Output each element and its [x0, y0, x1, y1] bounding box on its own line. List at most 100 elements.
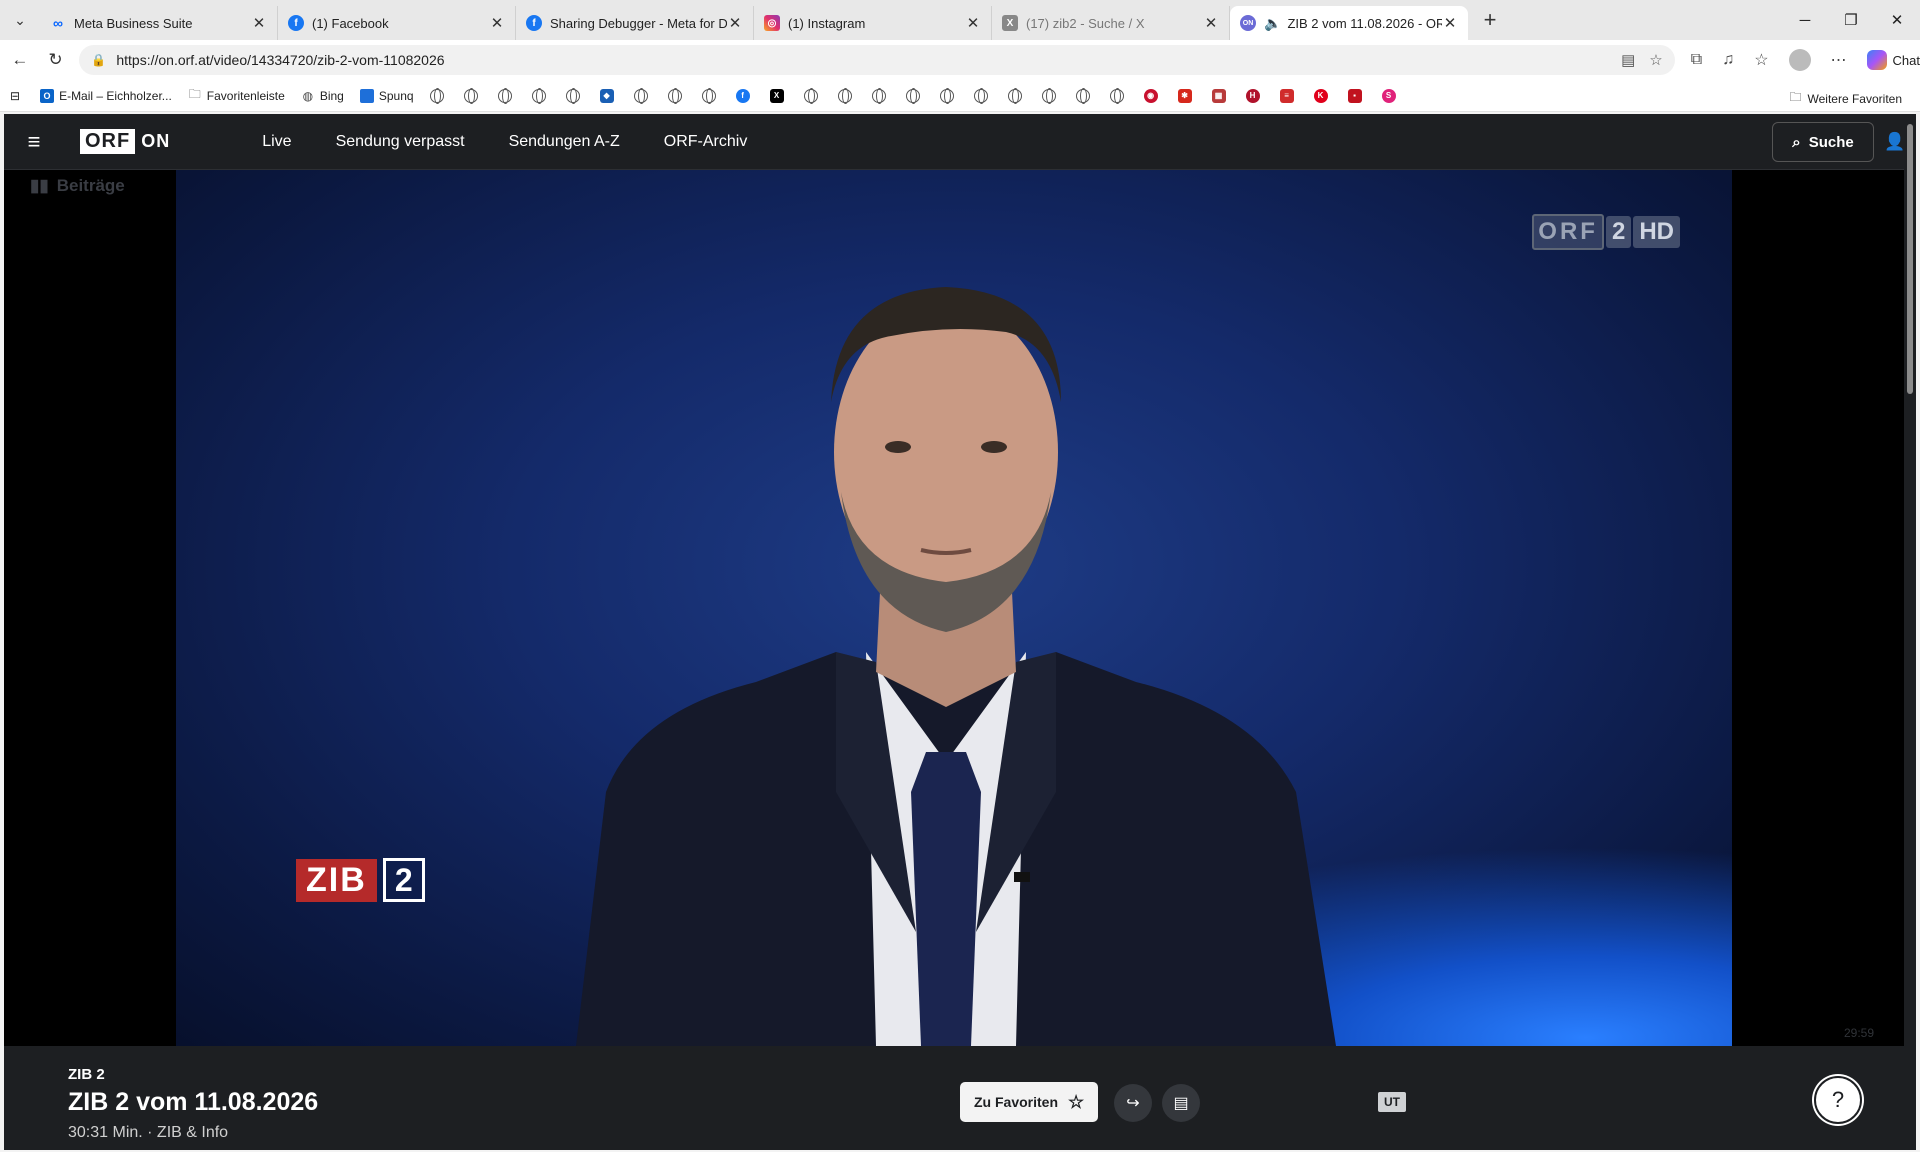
globe-icon[interactable] [531, 88, 546, 104]
back-button[interactable]: ← [4, 44, 36, 76]
scrollbar-thumb[interactable] [1907, 124, 1913, 394]
restore-button[interactable]: ❐ [1828, 0, 1874, 40]
dominos-icon[interactable]: ◆ [599, 88, 614, 103]
folder-icon: 🗀 [1789, 90, 1802, 104]
nav-orf-archiv[interactable]: ORF-Archiv [664, 133, 748, 151]
tab-sharing-debugger[interactable]: f Sharing Debugger - Meta for Deve ✕ [516, 6, 754, 40]
user-account-icon[interactable]: 👤 [1884, 131, 1906, 153]
chat-label: Chat [1892, 52, 1920, 68]
browser-window: ⌄ ∞ Meta Business Suite ✕ f (1) Facebook… [0, 0, 1920, 1152]
tab-strip: ⌄ ∞ Meta Business Suite ✕ f (1) Facebook… [0, 0, 1920, 40]
globe-icon[interactable] [1007, 88, 1022, 104]
globe-icon[interactable] [871, 88, 886, 104]
globe-icon[interactable] [905, 88, 920, 104]
extensions-icon[interactable]: ⧉ [1691, 51, 1702, 69]
help-button[interactable]: ? [1814, 1076, 1862, 1124]
favorite-folder[interactable]: 🗀 Favoritenleiste [188, 87, 285, 103]
favorite-bing[interactable]: ◍ Bing [301, 89, 344, 103]
pink-site-icon[interactable]: S [1381, 88, 1396, 103]
favorites-collapse-icon[interactable]: ⊟ [10, 89, 20, 103]
newspaper-icon[interactable]: ▦ [1211, 88, 1226, 103]
globe-icon[interactable] [497, 88, 512, 104]
zib-text: ZIB [296, 858, 377, 902]
share-button[interactable]: ↪ [1114, 1084, 1152, 1122]
menu-icon[interactable]: ≡ [4, 129, 64, 155]
close-icon[interactable]: ✕ [489, 14, 505, 32]
close-icon[interactable]: ✕ [727, 14, 743, 32]
facebook-icon[interactable]: f [735, 88, 750, 103]
red-site-icon[interactable]: ✱ [1177, 88, 1192, 103]
globe-icon[interactable] [1075, 88, 1090, 104]
url-text[interactable]: https://on.orf.at/video/14334720/zib-2-v… [116, 52, 1621, 68]
browser-essentials-icon[interactable]: ♫ [1722, 51, 1734, 69]
tab-meta-business-suite[interactable]: ∞ Meta Business Suite ✕ [40, 6, 278, 40]
profile-avatar[interactable] [1788, 49, 1811, 71]
close-window-button[interactable]: ✕ [1874, 0, 1920, 40]
tab-zib2-orf-on[interactable]: ON 🔈 ZIB 2 vom 11.08.2026 - ORF O ✕ [1230, 6, 1468, 40]
x-icon[interactable]: X [769, 88, 784, 103]
tab-title: ZIB 2 vom 11.08.2026 - ORF O [1287, 15, 1442, 31]
episode-title: ZIB 2 vom 11.08.2026 [68, 1088, 319, 1116]
copilot-chat-button[interactable]: Chat [1866, 50, 1920, 70]
show-kicker[interactable]: ZIB 2 [68, 1066, 105, 1083]
tab-title: Meta Business Suite [74, 15, 193, 31]
favorites-icon[interactable]: ☆ [1754, 50, 1768, 70]
reader-view-icon[interactable]: ▤ [1621, 51, 1635, 69]
help-icon: ? [1831, 1087, 1845, 1112]
more-favorites-button[interactable]: 🗀 Weitere Favoriten [1790, 88, 1903, 109]
meta-icon: ∞ [53, 15, 63, 31]
red-stripes-icon[interactable]: ≡ [1279, 88, 1294, 103]
target-icon[interactable]: ◉ [1143, 88, 1158, 103]
globe-icon[interactable] [1041, 88, 1056, 104]
chapters-label: Beiträge [56, 176, 125, 195]
tab-facebook[interactable]: f (1) Facebook ✕ [278, 6, 516, 40]
transcript-button[interactable]: ▤ [1162, 1084, 1200, 1122]
globe-icon[interactable] [565, 88, 580, 104]
close-icon[interactable]: ✕ [965, 14, 981, 32]
heute-icon[interactable]: H [1245, 88, 1260, 103]
search-button[interactable]: ⌕ Suche [1772, 122, 1874, 162]
speaker-icon[interactable]: 🔈 [1264, 15, 1281, 32]
globe-icon[interactable] [973, 88, 988, 104]
krone-icon[interactable]: K [1313, 88, 1328, 103]
globe-icon[interactable] [667, 88, 682, 104]
tab-title: (1) Instagram [788, 15, 866, 31]
video-player[interactable]: ▮▮ Beiträge ORF 2 HD ZIB 2 29:59 [4, 170, 1904, 1046]
tab-instagram[interactable]: ◎ (1) Instagram ✕ [754, 6, 992, 40]
reload-button[interactable]: ↻ [40, 44, 72, 76]
globe-icon[interactable] [429, 88, 444, 104]
globe-icon[interactable] [463, 88, 478, 104]
site-info-icon[interactable]: 🔒 [91, 53, 106, 67]
logo-orf-text: ORF [80, 129, 136, 154]
favorite-star-icon[interactable]: ☆ [1649, 51, 1662, 69]
tab-actions-menu-button[interactable]: ⌄ [0, 0, 40, 40]
globe-icon[interactable] [837, 88, 852, 104]
video-frame: ORF 2 HD ZIB 2 [176, 170, 1732, 1046]
outlook-icon: O [40, 88, 55, 103]
close-icon[interactable]: ✕ [251, 14, 267, 32]
close-icon[interactable]: ✕ [1203, 14, 1219, 32]
orf-on-logo[interactable]: ORF ON [80, 129, 170, 154]
nav-live[interactable]: Live [262, 133, 291, 151]
globe-icon[interactable] [701, 88, 716, 104]
nav-sendung-verpasst[interactable]: Sendung verpasst [336, 133, 465, 151]
globe-icon[interactable] [1109, 88, 1124, 104]
add-to-favorites-button[interactable]: Zu Favoriten ☆ [960, 1082, 1099, 1122]
globe-icon[interactable] [633, 88, 648, 104]
address-bar[interactable]: 🔒 https://on.orf.at/video/14334720/zib-2… [79, 45, 1675, 75]
globe-icon[interactable] [803, 88, 818, 104]
logo-on-text: ON [141, 131, 171, 151]
new-tab-button[interactable]: + [1472, 2, 1508, 38]
more-menu-icon[interactable]: ⋯ [1831, 50, 1847, 70]
nav-sendungen-a-z[interactable]: Sendungen A-Z [509, 133, 620, 151]
tab-x-search[interactable]: X (17) zib2 - Suche / X ✕ [992, 6, 1230, 40]
close-icon[interactable]: ✕ [1442, 14, 1458, 32]
minimize-button[interactable]: ─ [1782, 0, 1828, 40]
red-square-icon[interactable]: ▪ [1347, 88, 1362, 103]
player-chapter-label[interactable]: ▮▮ Beiträge [30, 176, 125, 196]
favorite-email[interactable]: O E-Mail – Eichholzer... [40, 88, 172, 103]
globe-icon[interactable] [939, 88, 954, 104]
page-scrollbar[interactable] [1904, 114, 1916, 1150]
favorite-spunq[interactable]: Spunq [359, 88, 414, 103]
subtitles-badge[interactable]: UT [1378, 1092, 1406, 1112]
